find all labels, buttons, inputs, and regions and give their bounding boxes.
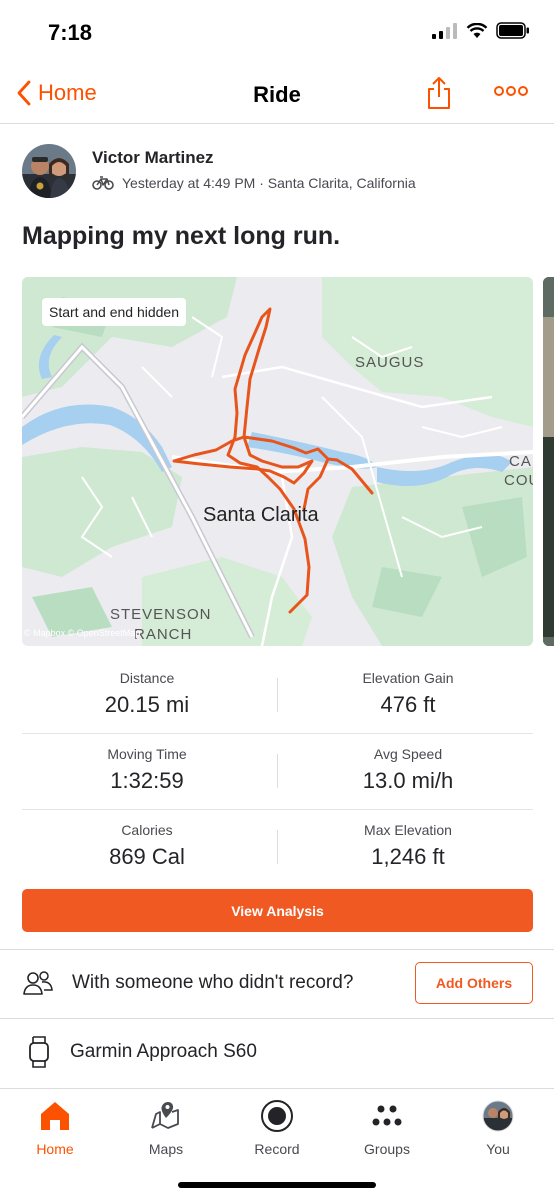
route-map[interactable]: Start and end hidden SAUGUS Santa Clarit…	[22, 277, 533, 646]
map-label-canyon-2: COU	[504, 472, 533, 489]
divider	[0, 949, 554, 950]
tab-label: Maps	[148, 1141, 184, 1157]
map-label-canyon-1: CA	[509, 453, 532, 470]
stat-label: Distance	[119, 670, 175, 686]
stat-label: Elevation Gain	[362, 670, 454, 686]
tab-maps[interactable]: Maps	[111, 1097, 221, 1157]
map-attribution[interactable]: © Mapbox © OpenStreetMap	[24, 628, 140, 638]
divider	[0, 1018, 554, 1019]
stat-label: Moving Time	[107, 746, 187, 762]
record-icon	[261, 1100, 293, 1132]
more-options-icon[interactable]	[494, 84, 528, 98]
back-button[interactable]: Home	[16, 80, 97, 106]
battery-icon	[496, 22, 529, 39]
athlete-avatar[interactable]	[22, 144, 76, 198]
stat-value: 1,246 ft	[371, 844, 445, 869]
map-label-saugus: SAUGUS	[355, 354, 425, 371]
home-icon	[41, 1102, 69, 1130]
activity-title: Mapping my next long run.	[22, 222, 341, 250]
bike-icon	[92, 176, 114, 190]
nav-bar: Home Ride	[0, 66, 554, 124]
stat-row: Distance 20.15 mi Elevation Gain 476 ft	[22, 658, 533, 734]
stat-distance: Distance 20.15 mi	[22, 670, 272, 718]
divider	[277, 678, 278, 712]
stat-row: Calories 869 Cal Max Elevation 1,246 ft	[22, 810, 533, 886]
tab-label: Record	[254, 1141, 300, 1157]
map-label-city: Santa Clarita	[203, 504, 319, 526]
profile-avatar-icon	[482, 1100, 514, 1132]
stat-value: 869 Cal	[109, 844, 185, 869]
divider	[277, 754, 278, 788]
privacy-badge: Start and end hidden	[42, 298, 186, 326]
activity-meta: Yesterday at 4:49 PM · Santa Clarita, Ca…	[92, 175, 416, 191]
stat-row: Moving Time 1:32:59 Avg Speed 13.0 mi/h	[22, 734, 533, 810]
stat-value: 13.0 mi/h	[362, 768, 454, 793]
tab-home[interactable]: Home	[0, 1097, 110, 1157]
chevron-left-icon	[17, 80, 31, 106]
status-icons	[432, 22, 530, 39]
groups-icon	[372, 1105, 402, 1126]
map-label-ranch: RANCH	[134, 626, 193, 643]
tab-you[interactable]: You	[443, 1097, 553, 1157]
stat-value: 1:32:59	[110, 768, 184, 793]
divider	[277, 830, 278, 864]
status-time: 7:18	[48, 20, 93, 45]
wifi-icon	[466, 22, 488, 38]
stat-calories: Calories 869 Cal	[22, 822, 272, 870]
add-others-button[interactable]: Add Others	[415, 962, 533, 1004]
watch-icon	[29, 1036, 49, 1068]
stat-value: 20.15 mi	[104, 692, 190, 717]
tab-label: You	[486, 1141, 510, 1157]
stat-label: Avg Speed	[373, 746, 443, 762]
tab-label: Groups	[364, 1141, 410, 1157]
map-pin-icon	[151, 1102, 179, 1129]
with-others-row: With someone who didn't record? Add Othe…	[22, 962, 533, 1004]
home-indicator[interactable]	[178, 1182, 376, 1188]
stats-grid: Distance 20.15 mi Elevation Gain 476 ft …	[22, 658, 533, 886]
photo-peek[interactable]	[543, 277, 554, 646]
stat-avg-speed: Avg Speed 13.0 mi/h	[283, 746, 533, 794]
device-row: Garmin Approach S60	[22, 1032, 533, 1072]
stat-label: Calories	[121, 822, 173, 838]
people-icon	[23, 971, 53, 995]
activity-meta-text: Yesterday at 4:49 PM · Santa Clarita, Ca…	[122, 175, 416, 191]
stat-label: Max Elevation	[364, 822, 452, 838]
stat-moving-time: Moving Time 1:32:59	[22, 746, 272, 794]
cellular-signal-icon	[432, 22, 457, 39]
map-label-stevenson: STEVENSON	[110, 606, 212, 623]
tab-label: Home	[36, 1141, 74, 1157]
view-analysis-button[interactable]: View Analysis	[22, 889, 533, 932]
with-others-text: With someone who didn't record?	[72, 972, 354, 993]
stat-max-elevation: Max Elevation 1,246 ft	[283, 822, 533, 870]
map-background	[22, 277, 533, 646]
tab-record[interactable]: Record	[222, 1097, 332, 1157]
share-icon[interactable]	[426, 76, 452, 110]
athlete-header: Victor Martinez Yesterday at 4:49 PM · S…	[22, 144, 532, 204]
status-bar: 7:18	[0, 0, 554, 66]
stat-elevation-gain: Elevation Gain 476 ft	[283, 670, 533, 718]
athlete-name[interactable]: Victor Martinez	[92, 148, 214, 168]
tab-groups[interactable]: Groups	[332, 1097, 442, 1157]
back-label: Home	[38, 80, 97, 105]
stat-value: 476 ft	[380, 692, 436, 717]
device-name: Garmin Approach S60	[70, 1041, 257, 1062]
